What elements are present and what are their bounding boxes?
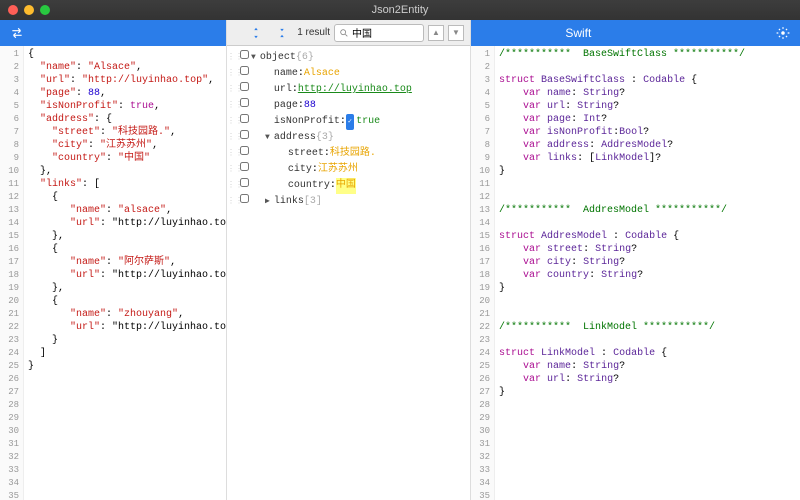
disclosure-icon[interactable]: ▼ [265,130,270,146]
row-checkbox[interactable] [240,114,249,123]
drag-handle-icon[interactable]: ⋮⋮ [227,82,237,98]
right-toolbar: Swift [471,20,800,46]
disclosure-icon[interactable]: ▶ [265,194,270,210]
row-checkbox[interactable] [240,178,249,187]
drag-handle-icon[interactable]: ⋮⋮ [227,98,237,114]
tree-row[interactable]: ⋮⋮▶url : http://luyinhao.top [227,82,470,98]
drag-handle-icon[interactable]: ⋮⋮ [227,114,237,130]
line-gutter: 1234567891011121314151617181920212223242… [0,46,24,500]
expand-icon[interactable] [245,24,267,42]
disclosure-icon[interactable]: ▼ [251,50,256,66]
search-result-count: 1 result [297,27,330,38]
tree-row[interactable]: ⋮⋮▶street : 科技园路. [227,146,470,162]
row-checkbox[interactable] [240,98,249,107]
gear-icon[interactable] [772,24,794,42]
swap-icon[interactable] [6,24,28,42]
tree-row[interactable]: ⋮⋮▼object {6} [227,50,470,66]
drag-handle-icon[interactable]: ⋮⋮ [227,66,237,82]
drag-handle-icon[interactable]: ⋮⋮ [227,130,237,146]
search-field[interactable] [334,24,424,42]
row-checkbox[interactable] [240,66,249,75]
minimize-icon[interactable] [24,5,34,15]
json-source-panel: 1234567891011121314151617181920212223242… [0,20,227,500]
tree-row[interactable]: ⋮⋮▶isNonProfit : ✓true [227,114,470,130]
tree-row[interactable]: ⋮⋮▶city : 江苏苏州 [227,162,470,178]
titlebar: Json2Entity [0,0,800,20]
window-controls [8,5,50,15]
row-checkbox[interactable] [240,82,249,91]
line-gutter: 1234567891011121314151617181920212223242… [471,46,495,500]
row-checkbox[interactable] [240,162,249,171]
language-label: Swift [565,26,591,40]
drag-handle-icon[interactable]: ⋮⋮ [227,146,237,162]
next-result-button[interactable]: ▼ [448,25,464,41]
collapse-icon[interactable] [271,24,293,42]
prev-result-button[interactable]: ▲ [428,25,444,41]
drag-handle-icon[interactable]: ⋮⋮ [227,50,237,66]
drag-handle-icon[interactable]: ⋮⋮ [227,178,237,194]
search-input[interactable] [349,27,409,38]
row-checkbox[interactable] [240,130,249,139]
tree-row[interactable]: ⋮⋮▶page : 88 [227,98,470,114]
json-tree[interactable]: ⋮⋮▼object {6}⋮⋮▶name : Alsace⋮⋮▶url : ht… [227,46,470,500]
tree-row[interactable]: ⋮⋮▼address {3} [227,130,470,146]
search-icon [339,28,349,38]
row-checkbox[interactable] [240,194,249,203]
left-toolbar [0,20,226,46]
window-title: Json2Entity [372,4,429,16]
drag-handle-icon[interactable]: ⋮⋮ [227,194,237,210]
swift-output-panel: Swift 1234567891011121314151617181920212… [471,20,800,500]
json-tree-panel: 1 result ▲ ▼ ⋮⋮▼object {6}⋮⋮▶name : Alsa… [227,20,471,500]
swift-code[interactable]: /*********** BaseSwiftClass ***********/… [495,46,800,500]
row-checkbox[interactable] [240,50,249,59]
json-code[interactable]: { "name": "Alsace", "url": "http://luyin… [24,46,226,500]
maximize-icon[interactable] [40,5,50,15]
mid-toolbar: 1 result ▲ ▼ [227,20,470,46]
row-checkbox[interactable] [240,146,249,155]
close-icon[interactable] [8,5,18,15]
tree-row[interactable]: ⋮⋮▶links [3] [227,194,470,210]
tree-row[interactable]: ⋮⋮▶country : 中国 [227,178,470,194]
drag-handle-icon[interactable]: ⋮⋮ [227,162,237,178]
tree-row[interactable]: ⋮⋮▶name : Alsace [227,66,470,82]
